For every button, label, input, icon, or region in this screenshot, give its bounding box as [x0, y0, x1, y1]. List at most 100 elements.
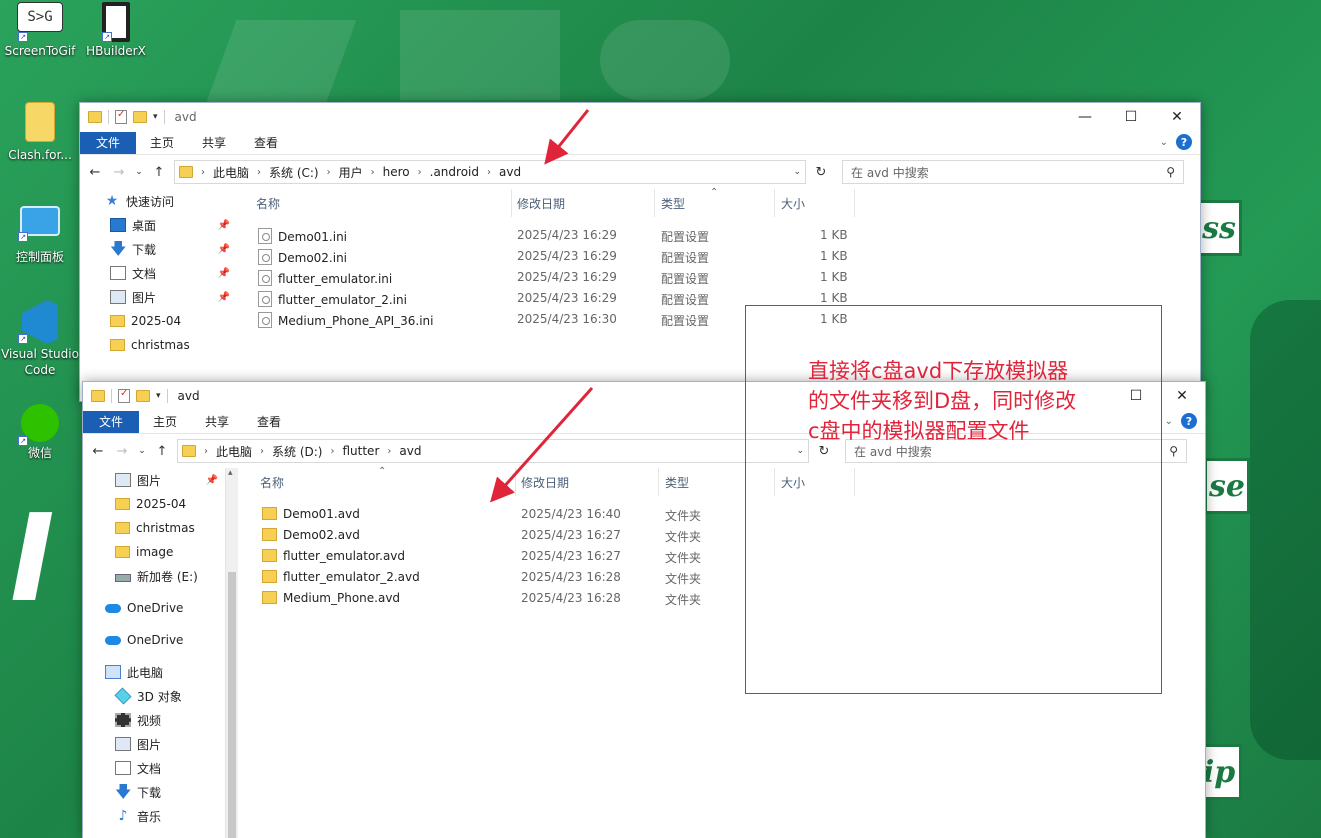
- nav-item-folder[interactable]: image: [83, 540, 238, 564]
- pin-icon[interactable]: 📌: [218, 268, 230, 279]
- breadcrumb-item[interactable]: .android: [430, 165, 479, 179]
- file-row[interactable]: flutter_emulator.ini 2025/4/23 16:29 配置设…: [238, 267, 1200, 288]
- help-icon[interactable]: ?: [1176, 134, 1192, 150]
- ribbon-tabs: 文件 主页 共享 查看 ⌄ ?: [80, 131, 1200, 155]
- tab-home[interactable]: 主页: [136, 132, 188, 154]
- breadcrumb-item[interactable]: 此电脑: [213, 164, 249, 181]
- divider: [166, 389, 168, 403]
- nav-item-pictures[interactable]: 图片 📌: [83, 468, 238, 492]
- desktop-icon-hbuilderx[interactable]: ↗ HBuilderX: [76, 2, 156, 58]
- properties-icon[interactable]: [118, 388, 130, 403]
- breadcrumb-item[interactable]: 系统 (D:): [272, 443, 322, 460]
- address-dropdown-icon[interactable]: ⌄: [793, 167, 801, 177]
- column-date[interactable]: 修改日期: [511, 189, 655, 217]
- tab-file[interactable]: 文件: [83, 410, 140, 433]
- nav-quick-access[interactable]: ★ 快速访问: [80, 189, 238, 213]
- column-name[interactable]: 名称: [250, 189, 512, 217]
- file-name: flutter_emulator_2.avd: [262, 570, 420, 584]
- customize-toolbar-dropdown-icon[interactable]: ▾: [153, 112, 158, 122]
- expand-ribbon-icon[interactable]: ⌄: [1165, 416, 1173, 427]
- close-icon[interactable]: ✕: [1154, 103, 1200, 131]
- pin-icon[interactable]: 📌: [206, 475, 218, 486]
- customize-toolbar-dropdown-icon[interactable]: ▾: [156, 391, 161, 401]
- nav-item-desktop[interactable]: 桌面 📌: [80, 213, 238, 237]
- pin-icon[interactable]: 📌: [218, 292, 230, 303]
- tab-share[interactable]: 共享: [191, 411, 243, 433]
- nav-label: 下载: [137, 785, 162, 800]
- new-folder-icon[interactable]: [136, 390, 150, 402]
- nav-item-folder[interactable]: 2025-04: [83, 492, 238, 516]
- nav-item-onedrive[interactable]: OneDrive: [83, 628, 238, 652]
- nav-item-pictures[interactable]: 图片 📌: [80, 285, 238, 309]
- address-bar[interactable]: › 此电脑 › 系统 (D:) › flutter › avd ⌄: [177, 439, 809, 463]
- scrollbar-thumb[interactable]: [228, 572, 236, 838]
- search-icon[interactable]: ⚲: [1169, 444, 1178, 458]
- refresh-icon[interactable]: ↻: [812, 165, 830, 180]
- breadcrumb-item[interactable]: flutter: [342, 444, 379, 458]
- back-icon[interactable]: ←: [89, 444, 107, 459]
- close-icon[interactable]: ✕: [1159, 382, 1205, 410]
- file-date: 2025/4/23 16:29: [517, 249, 617, 263]
- pin-icon[interactable]: 📌: [218, 220, 230, 231]
- desktop-icon-screentogif[interactable]: S>G ↗ ScreenToGif: [0, 2, 80, 58]
- nav-item-pictures[interactable]: 图片: [83, 732, 238, 756]
- breadcrumb-item[interactable]: avd: [499, 165, 521, 179]
- tab-view[interactable]: 查看: [240, 132, 292, 154]
- nav-item-folder[interactable]: christmas: [80, 333, 238, 357]
- desktop-icon-clash[interactable]: Clash.for...: [0, 102, 80, 162]
- recent-locations-icon[interactable]: ⌄: [137, 446, 147, 456]
- forward-icon[interactable]: →: [110, 165, 128, 180]
- nav-item-onedrive[interactable]: OneDrive: [83, 596, 238, 620]
- breadcrumb-item[interactable]: 此电脑: [216, 443, 252, 460]
- nav-item-folder[interactable]: christmas: [83, 516, 238, 540]
- up-icon[interactable]: ↑: [153, 444, 171, 459]
- properties-icon[interactable]: [115, 109, 127, 124]
- search-icon[interactable]: ⚲: [1166, 165, 1175, 179]
- search-box[interactable]: 在 avd 中搜索 ⚲: [842, 160, 1184, 184]
- recent-locations-icon[interactable]: ⌄: [134, 167, 144, 177]
- minimize-icon[interactable]: —: [1062, 103, 1108, 131]
- up-icon[interactable]: ↑: [150, 165, 168, 180]
- address-bar[interactable]: › 此电脑 › 系统 (C:) › 用户 › hero › .android ›…: [174, 160, 806, 184]
- nav-label: 音乐: [137, 809, 162, 824]
- file-size: 1 KB: [820, 291, 848, 305]
- column-size[interactable]: 大小: [775, 189, 855, 217]
- tab-file[interactable]: 文件: [80, 131, 137, 154]
- back-icon[interactable]: ←: [86, 165, 104, 180]
- file-row[interactable]: Demo02.ini 2025/4/23 16:29 配置设置 1 KB: [238, 246, 1200, 267]
- nav-item-3d-objects[interactable]: 3D 对象: [83, 684, 238, 708]
- tab-share[interactable]: 共享: [188, 132, 240, 154]
- breadcrumb-item[interactable]: 用户: [339, 164, 363, 181]
- desktop-icon-wechat[interactable]: ↗ 微信: [0, 404, 80, 461]
- nav-scrollbar[interactable]: ▴: [225, 468, 238, 838]
- column-date[interactable]: 修改日期: [515, 468, 659, 496]
- file-name: Medium_Phone_API_36.ini: [258, 312, 434, 328]
- nav-item-this-pc[interactable]: 此电脑: [83, 660, 238, 684]
- download-icon: 🡇: [110, 239, 127, 258]
- desktop-icon-control-panel[interactable]: ↗ 控制面板: [0, 206, 80, 265]
- nav-item-documents[interactable]: 文档: [83, 756, 238, 780]
- file-row[interactable]: Demo01.ini 2025/4/23 16:29 配置设置 1 KB: [238, 225, 1200, 246]
- breadcrumb-item[interactable]: 系统 (C:): [269, 164, 319, 181]
- desktop-icon-vscode[interactable]: ↗ Visual Studio Code: [0, 300, 80, 378]
- file-name: flutter_emulator.ini: [258, 270, 392, 286]
- pin-icon[interactable]: 📌: [218, 244, 230, 255]
- nav-item-folder[interactable]: 2025-04: [80, 309, 238, 333]
- help-icon[interactable]: ?: [1181, 413, 1197, 429]
- nav-item-documents[interactable]: 文档 📌: [80, 261, 238, 285]
- breadcrumb-item[interactable]: hero: [383, 165, 410, 179]
- new-folder-icon[interactable]: [133, 111, 147, 123]
- forward-icon[interactable]: →: [113, 444, 131, 459]
- nav-item-videos[interactable]: 视频: [83, 708, 238, 732]
- scroll-up-icon[interactable]: ▴: [228, 468, 233, 478]
- nav-item-downloads[interactable]: 🡇 下载 📌: [80, 237, 238, 261]
- expand-ribbon-icon[interactable]: ⌄: [1160, 137, 1168, 148]
- folder-icon: [110, 315, 125, 327]
- tab-home[interactable]: 主页: [139, 411, 191, 433]
- nav-item-drive[interactable]: 新加卷 (E:): [83, 564, 238, 588]
- tab-view[interactable]: 查看: [243, 411, 295, 433]
- nav-item-downloads[interactable]: 🡇 下载: [83, 780, 238, 804]
- breadcrumb-item[interactable]: avd: [399, 444, 421, 458]
- maximize-icon[interactable]: ☐: [1108, 103, 1154, 131]
- nav-item-music[interactable]: ♪ 音乐: [83, 804, 238, 828]
